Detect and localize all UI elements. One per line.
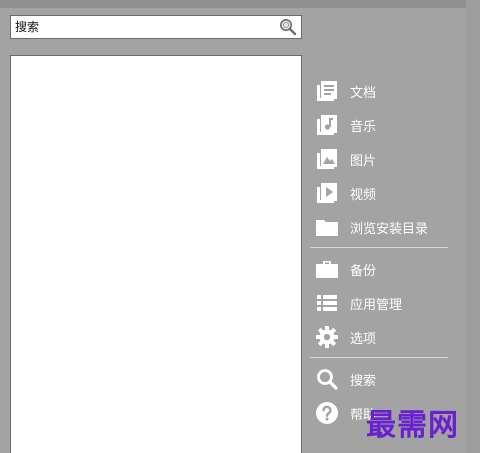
search-icon bbox=[314, 366, 340, 392]
menu-label-backup: 备份 bbox=[350, 263, 377, 279]
menu-item-music[interactable]: 音乐 bbox=[310, 108, 455, 142]
menu-item-options[interactable]: 选项 bbox=[310, 320, 455, 354]
menu-label-browse: 浏览安装目录 bbox=[350, 221, 429, 237]
music-icon bbox=[314, 112, 340, 138]
briefcase-icon bbox=[314, 256, 340, 282]
menu-item-app-manage[interactable]: 应用管理 bbox=[310, 286, 455, 320]
image-icon bbox=[314, 146, 340, 172]
menu-label-music: 音乐 bbox=[350, 119, 377, 135]
menu-label-app-manage: 应用管理 bbox=[350, 297, 403, 313]
menu-label-video: 视频 bbox=[350, 187, 377, 203]
menu-item-browse[interactable]: 浏览安装目录 bbox=[310, 210, 455, 244]
menu-item-backup[interactable]: 备份 bbox=[310, 252, 455, 286]
top-strip bbox=[0, 0, 480, 8]
menu-label-options: 选项 bbox=[350, 331, 377, 347]
magnifier-icon[interactable] bbox=[279, 18, 297, 36]
right-edge bbox=[466, 0, 480, 453]
menu-item-search[interactable]: 搜索 bbox=[310, 362, 455, 396]
menu-divider bbox=[310, 357, 448, 358]
side-menu: 文档 音乐 图片 视频 浏览安装目录 备份 应用管理 选项 搜索 帮助 bbox=[310, 74, 455, 430]
help-icon bbox=[314, 400, 340, 426]
search-box[interactable] bbox=[10, 15, 302, 39]
app-window: 文档 音乐 bbox=[0, 0, 480, 453]
content-pane[interactable] bbox=[10, 55, 302, 453]
menu-item-pictures[interactable]: 图片 bbox=[310, 142, 455, 176]
menu-item-video[interactable]: 视频 bbox=[310, 176, 455, 210]
search-input[interactable] bbox=[11, 17, 279, 37]
menu-label-search: 搜索 bbox=[350, 373, 377, 389]
menu-divider bbox=[310, 247, 448, 248]
folder-icon bbox=[314, 214, 340, 240]
document-icon bbox=[314, 78, 340, 104]
menu-item-documents[interactable]: 文档 bbox=[310, 74, 455, 108]
gear-icon bbox=[314, 324, 340, 350]
menu-label-pictures: 图片 bbox=[350, 153, 377, 169]
watermark-logo: 最需网 bbox=[366, 408, 459, 443]
video-icon bbox=[314, 180, 340, 206]
menu-label-documents: 文档 bbox=[350, 85, 377, 101]
list-icon bbox=[314, 290, 340, 316]
